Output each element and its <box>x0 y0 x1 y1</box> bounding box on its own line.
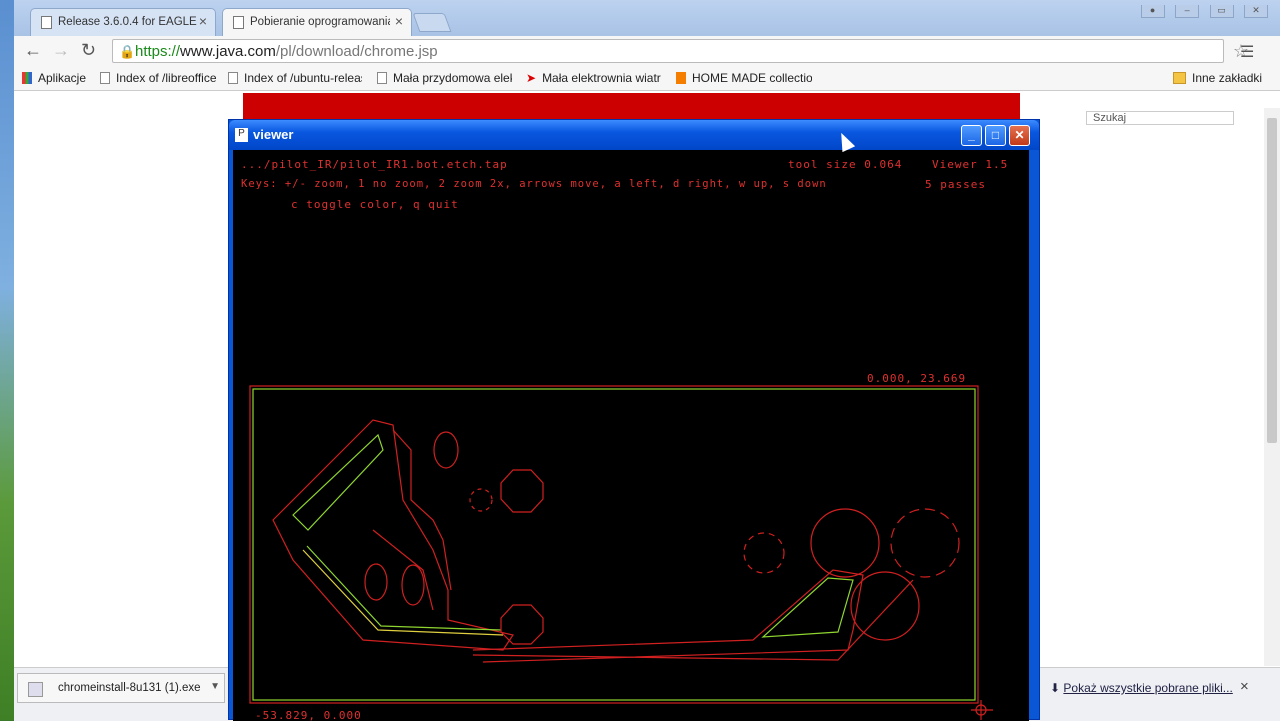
blogger-icon <box>676 72 686 84</box>
arrow-icon: ➤ <box>526 71 537 85</box>
browser-toolbar: ← → ↻ 🔒 https://www.java.com/pl/download… <box>14 36 1280 66</box>
viewer-canvas[interactable]: .../pilot_IR/pilot_IR1.bot.etch.tap tool… <box>233 150 1029 721</box>
minimize-icon[interactable]: _ <box>961 125 982 146</box>
pcb-toolpath-drawing <box>249 385 993 720</box>
trace-middle-ladder <box>392 429 452 591</box>
java-icon <box>233 16 244 29</box>
window-controls: ● – ▭ ✕ <box>1135 0 1268 18</box>
close-icon[interactable]: ✕ <box>1009 125 1030 146</box>
bookmark-elektrownia2[interactable]: ➤ Mała elektrownia wiatro <box>526 71 661 85</box>
bookmark-label: Index of /libreoffice <box>116 71 217 85</box>
bookmarks-bar: Aplikacje Index of /libreoffice Index of… <box>14 66 1280 91</box>
pad-oval-top <box>433 431 459 469</box>
viewer-title: viewer <box>253 127 294 142</box>
tab-java-download[interactable]: Pobieranie oprogramowania × <box>222 8 412 36</box>
trace-middle-ladder-2 <box>372 529 434 611</box>
tab-label: Release 3.6.0.4 for EAGLE 5 <box>58 16 198 28</box>
bookmark-label: Index of /ubuntu-releas <box>244 71 362 85</box>
download-item[interactable]: chromeinstall-8u131 (1).exe ▼ <box>17 673 225 703</box>
bookmark-apps[interactable]: Aplikacje <box>22 71 86 85</box>
page-icon <box>41 16 52 29</box>
bookmark-label: Mała przydomowa elekt <box>393 71 512 85</box>
lock-icon: 🔒 <box>119 44 136 59</box>
page-icon <box>100 72 110 84</box>
scrollbar-thumb[interactable] <box>1267 118 1277 443</box>
pad-large-2 <box>850 571 920 641</box>
processing-app-icon: P <box>235 128 248 142</box>
trace-left-diagonal-inner <box>292 433 384 531</box>
url-text: https://www.java.com/pl/download/chrome.… <box>135 43 438 60</box>
folder-icon <box>1173 72 1186 84</box>
pad-oval-mid <box>401 564 425 606</box>
page-icon <box>228 72 238 84</box>
board-outline-green <box>252 388 976 701</box>
user-icon[interactable]: ● <box>1140 5 1165 18</box>
apps-icon <box>22 72 32 84</box>
trace-bottom-run-green <box>306 545 502 631</box>
menu-icon[interactable]: ☰ <box>1240 42 1254 62</box>
download-icon: ⬇ <box>1050 681 1064 695</box>
pad-oval-left <box>364 563 388 601</box>
download-filename: chromeinstall-8u131 (1).exe <box>58 682 201 694</box>
viewer-window: P viewer _ □ ✕ .../pilot_IR/pilot_IR1.bo… <box>228 119 1040 721</box>
bookmark-elektrownia1[interactable]: Mała przydomowa elekt <box>377 71 512 85</box>
url-path: /pl/download/chrome.jsp <box>275 43 438 60</box>
maximize-icon[interactable]: □ <box>985 125 1006 146</box>
pad-dashed-left <box>743 532 785 574</box>
back-arrow-icon[interactable]: ← <box>24 40 42 61</box>
bookmark-label: HOME MADE collections <box>692 71 812 85</box>
installer-icon <box>28 682 43 697</box>
bookmark-label: Mała elektrownia wiatro <box>542 71 661 85</box>
vertical-scrollbar[interactable] <box>1264 108 1280 666</box>
show-all-label: Pokaż wszystkie pobrane pliki... <box>1063 681 1233 695</box>
trace-long-bottom <box>472 569 864 663</box>
pad-small-dashed <box>469 488 493 512</box>
show-all-downloads-link[interactable]: ⬇ Pokaż wszystkie pobrane pliki... <box>1050 681 1233 695</box>
bookmark-homemade[interactable]: HOME MADE collections <box>676 71 812 85</box>
tab-close-icon[interactable]: × <box>395 13 403 29</box>
search-input[interactable]: Szukaj <box>1086 111 1234 125</box>
pad-octagon-bottom <box>500 604 544 645</box>
address-bar[interactable]: 🔒 https://www.java.com/pl/download/chrom… <box>112 39 1249 63</box>
page-icon <box>377 72 387 84</box>
tab-label: Pobieranie oprogramowania <box>250 16 390 28</box>
reload-icon[interactable]: ↻ <box>81 40 96 61</box>
trace-right-wedge <box>761 577 854 638</box>
url-host: www.java.com <box>180 43 276 60</box>
tab-close-icon[interactable]: × <box>199 13 207 29</box>
bookmark-other[interactable]: Inne zakładki <box>1173 71 1262 85</box>
tab-bar: Release 3.6.0.4 for EAGLE 5 × Pobieranie… <box>14 0 1280 36</box>
tab-release-eagle[interactable]: Release 3.6.0.4 for EAGLE 5 × <box>30 8 216 36</box>
close-download-shelf-icon[interactable]: × <box>1240 678 1249 695</box>
viewer-titlebar[interactable]: P viewer _ □ ✕ <box>229 120 1039 150</box>
bookmark-label: Inne zakładki <box>1192 71 1263 85</box>
new-tab-button[interactable] <box>412 13 452 32</box>
close-icon[interactable]: ✕ <box>1244 5 1268 18</box>
restore-icon[interactable]: ▭ <box>1209 5 1234 18</box>
bookmark-libreoffice[interactable]: Index of /libreoffice <box>100 71 218 85</box>
forward-arrow-icon[interactable]: → <box>52 40 70 61</box>
trace-left-diagonal <box>272 419 514 651</box>
pad-large-dashed <box>890 508 960 578</box>
url-scheme: https:// <box>135 43 181 60</box>
pad-large-1 <box>810 508 880 578</box>
chevron-down-icon[interactable]: ▼ <box>210 681 220 692</box>
bookmark-ubuntu[interactable]: Index of /ubuntu-releas <box>228 71 362 85</box>
search-placeholder: Szukaj <box>1093 112 1127 124</box>
minimize-icon[interactable]: – <box>1175 5 1200 18</box>
pad-octagon-right <box>500 469 544 513</box>
bookmark-label: Aplikacje <box>38 71 87 85</box>
